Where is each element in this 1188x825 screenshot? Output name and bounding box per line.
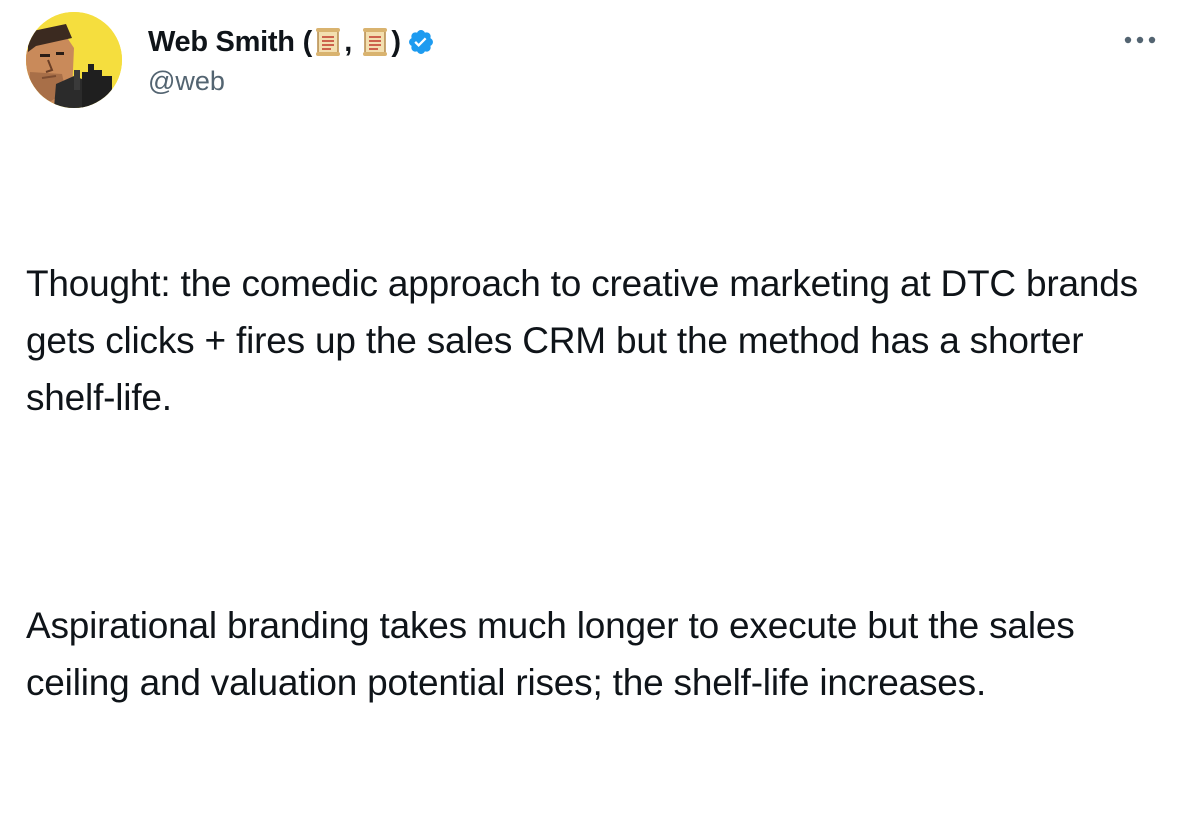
author-handle[interactable]: @web: [148, 66, 435, 97]
scroll-icon: [362, 27, 388, 57]
author-name[interactable]: Web Smith: [148, 26, 295, 59]
scroll-icon: [315, 27, 341, 57]
author-name-row[interactable]: Web Smith ( ,): [148, 24, 435, 60]
avatar[interactable]: [26, 12, 122, 108]
avatar-illustration: [26, 12, 122, 108]
author-identity: Web Smith ( ,) @web: [148, 24, 435, 97]
name-close-paren: ): [391, 25, 402, 58]
verified-badge-icon: [407, 28, 435, 56]
name-open-paren: (: [302, 25, 313, 58]
tweet-paragraph: Thought: the comedic approach to creativ…: [26, 263, 1149, 418]
tweet-header: Web Smith ( ,) @web: [26, 12, 435, 108]
more-dots-icon: [1124, 36, 1156, 44]
name-separator: ,: [344, 25, 353, 58]
more-options-button[interactable]: [1118, 22, 1162, 58]
tweet-card: Web Smith ( ,) @web Thought: the comedi…: [0, 0, 1188, 703]
tweet-text: Thought: the comedic approach to creativ…: [26, 141, 1166, 825]
tweet-paragraph: Aspirational branding takes much longer …: [26, 605, 1085, 703]
